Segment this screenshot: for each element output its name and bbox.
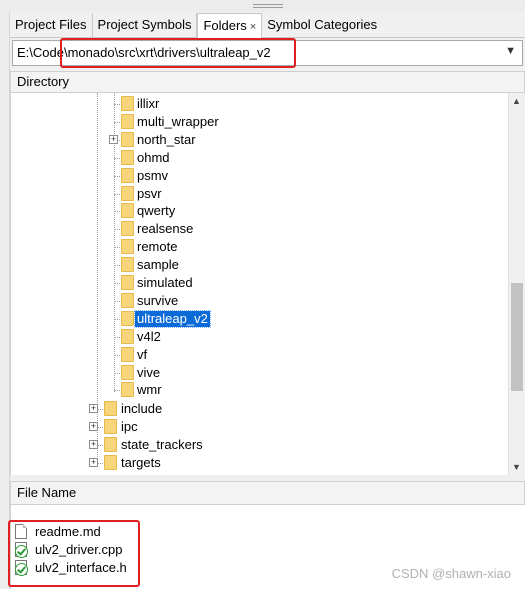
tree-item-label: psmv bbox=[137, 167, 169, 183]
tree-item-label: ultraleap_v2 bbox=[134, 309, 211, 328]
folder-icon bbox=[121, 149, 134, 165]
folder-icon bbox=[121, 364, 134, 380]
tree-item-psvr[interactable]: psvr bbox=[11, 185, 506, 203]
scroll-down-icon[interactable]: ▼ bbox=[512, 462, 521, 472]
folder-icon bbox=[121, 346, 134, 362]
tree-item-sample[interactable]: sample bbox=[11, 256, 506, 274]
tab-project-files[interactable]: Project Files bbox=[10, 13, 93, 37]
folder-icon bbox=[104, 437, 117, 452]
scroll-up-icon[interactable]: ▲ bbox=[512, 96, 521, 106]
directory-scrollbar[interactable]: ▲ ▼ bbox=[508, 93, 525, 475]
folder-icon bbox=[121, 203, 134, 219]
watermark: CSDN @shawn-xiao bbox=[391, 566, 511, 581]
directory-header[interactable]: Directory bbox=[10, 71, 525, 93]
file-name-header[interactable]: File Name bbox=[10, 481, 525, 505]
expand-icon[interactable]: + bbox=[109, 134, 118, 144]
folder-icon bbox=[121, 382, 134, 398]
expand-icon[interactable]: + bbox=[89, 404, 98, 413]
tree-item-include[interactable]: + include bbox=[11, 400, 506, 418]
tree-item-ultraleap-v2[interactable]: ultraleap_v2 bbox=[11, 309, 506, 328]
tree-item-north-star[interactable]: + north_star bbox=[11, 131, 506, 149]
tab-project-symbols[interactable]: Project Symbols bbox=[92, 13, 198, 37]
tree-item-label: vive bbox=[137, 364, 161, 380]
tree-item-label: include bbox=[121, 401, 163, 416]
folder-icon bbox=[121, 257, 134, 273]
folder-icon bbox=[121, 185, 134, 201]
tree-item-label: vf bbox=[137, 346, 148, 362]
expand-icon[interactable]: + bbox=[89, 422, 98, 431]
tree-item-multi-wrapper[interactable]: multi_wrapper bbox=[11, 113, 506, 131]
folder-icon bbox=[121, 310, 134, 326]
tree-item-ohmd[interactable]: ohmd bbox=[11, 149, 506, 167]
tree-item-illixr[interactable]: illixr bbox=[11, 95, 506, 113]
folder-icon bbox=[121, 113, 134, 129]
tree-item-label: state_trackers bbox=[121, 437, 203, 452]
tab-folders[interactable]: Folders × bbox=[197, 13, 263, 39]
chevron-down-icon[interactable]: ▼ bbox=[505, 45, 516, 57]
tree-item-realsense[interactable]: realsense bbox=[11, 220, 506, 238]
tree-item-label: wmr bbox=[137, 382, 162, 398]
tree-item-label: illixr bbox=[137, 96, 160, 111]
folder-icon bbox=[121, 96, 134, 111]
tree-item-ipc[interactable]: + ipc bbox=[11, 418, 506, 436]
tree-item-label: sample bbox=[137, 257, 179, 273]
tree-item-survive[interactable]: survive bbox=[11, 292, 506, 310]
tab-bar: Project Files Project Symbols Folders × S… bbox=[10, 13, 525, 39]
tree-item-vive[interactable]: vive bbox=[11, 364, 506, 382]
tree-item-label: simulated bbox=[137, 275, 193, 290]
tree-item-remote[interactable]: remote bbox=[11, 238, 506, 256]
expand-icon[interactable]: + bbox=[89, 440, 98, 449]
path-highlight-box bbox=[60, 38, 296, 68]
tree-item-label: ohmd bbox=[137, 149, 170, 165]
scrollbar-thumb[interactable] bbox=[511, 283, 523, 391]
folder-icon bbox=[121, 275, 134, 290]
tree-item-qwerty[interactable]: qwerty bbox=[11, 202, 506, 220]
tree-item-label: survive bbox=[137, 292, 179, 308]
tree-item-state-trackers[interactable]: + state_trackers bbox=[11, 436, 506, 454]
tree-item-label: psvr bbox=[137, 185, 162, 201]
tree-item-label: multi_wrapper bbox=[137, 113, 219, 129]
tree-item-label: targets bbox=[121, 455, 161, 470]
folder-icon bbox=[104, 455, 117, 470]
folder-icon bbox=[104, 419, 117, 434]
tree-item-simulated[interactable]: simulated bbox=[11, 274, 506, 292]
directory-tree: illixr multi_wrapper + north_starohmd psmv ps… bbox=[10, 93, 508, 475]
tree-item-label: ipc bbox=[121, 419, 138, 434]
tree-item-psmv[interactable]: psmv bbox=[11, 167, 506, 185]
tree-item-targets[interactable]: + targets bbox=[11, 454, 506, 472]
folder-icon bbox=[121, 328, 134, 344]
panel-edge bbox=[0, 12, 10, 589]
folder-icon bbox=[104, 401, 117, 416]
folder-icon bbox=[121, 239, 134, 255]
tree-item-label: remote bbox=[137, 239, 178, 255]
folder-icon bbox=[121, 292, 134, 308]
tree-item-label: v4l2 bbox=[137, 328, 161, 344]
tab-symbol-categories[interactable]: Symbol Categories bbox=[262, 13, 383, 37]
tree-item-label: north_star bbox=[137, 131, 196, 147]
panel-grip[interactable] bbox=[0, 0, 525, 12]
tree-item-label: qwerty bbox=[137, 203, 176, 219]
tree-item-vf[interactable]: vf bbox=[11, 346, 506, 364]
folder-icon bbox=[121, 167, 134, 183]
folder-icon bbox=[121, 221, 134, 237]
tree-item-wmr[interactable]: wmr bbox=[11, 381, 506, 399]
folder-icon bbox=[121, 131, 134, 147]
tree-item-label: realsense bbox=[137, 221, 194, 237]
close-icon[interactable]: × bbox=[250, 21, 256, 33]
files-highlight-box bbox=[8, 520, 140, 587]
expand-icon[interactable]: + bbox=[89, 458, 98, 467]
tree-item-v4l2[interactable]: v4l2 bbox=[11, 328, 506, 346]
